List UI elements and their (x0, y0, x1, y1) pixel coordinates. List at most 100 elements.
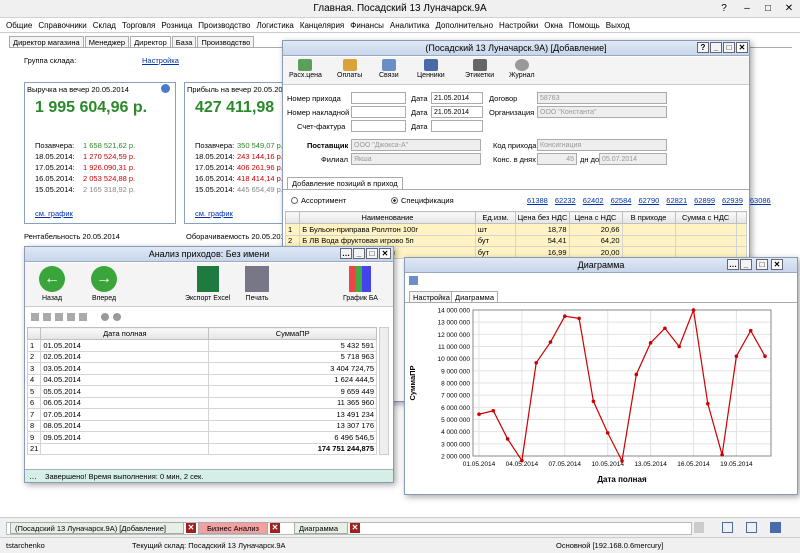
menu-windows[interactable]: Окна (544, 21, 563, 30)
analysis-close-button[interactable]: ✕ (379, 248, 391, 259)
tool-icon[interactable] (101, 313, 109, 321)
table-row[interactable]: 6 06.05.2014 11 365 960 (26, 396, 377, 409)
analysis-scrollbar[interactable] (379, 327, 389, 455)
analysis-help-button[interactable]: … (340, 248, 352, 259)
to-date-input[interactable] (599, 153, 667, 165)
forward-button[interactable]: → Вперед (91, 266, 117, 302)
menu-warehouse[interactable]: Склад (93, 21, 116, 30)
exp-price-button[interactable]: Расх.цена (289, 59, 322, 79)
task-business-analysis[interactable]: Бизнес Анализ (198, 522, 268, 534)
menu-analytics[interactable]: Аналитика (390, 21, 430, 30)
revenue-chart-link[interactable]: см. график (35, 209, 73, 218)
help-button[interactable]: ? (712, 0, 736, 17)
receipt-help-button[interactable]: ? (697, 42, 709, 53)
col-date[interactable]: Дата полная (40, 327, 210, 340)
invoice-input[interactable] (351, 120, 406, 132)
table-row[interactable]: 1 Б Бульон-приправа Роллтон 100г шт 18,7… (284, 223, 748, 236)
close-button[interactable]: ✕ (778, 0, 800, 17)
table-row[interactable]: 1 01.05.2014 5 432 591 (26, 339, 377, 352)
tool-icon[interactable] (79, 313, 87, 321)
tool-icon[interactable] (55, 313, 63, 321)
task-close-icon[interactable]: ✕ (186, 523, 196, 533)
table-row[interactable]: 8 08.05.2014 13 307 176 (26, 419, 377, 432)
branch-input[interactable] (351, 153, 481, 165)
row-in-receipt[interactable] (621, 223, 676, 236)
spec-code-link[interactable]: 61388 (527, 196, 548, 205)
menu-retail[interactable]: Розница (161, 21, 192, 30)
receipt-number-input[interactable] (351, 92, 406, 104)
receipt-maximize-button[interactable]: □ (723, 42, 735, 53)
radio-specification[interactable]: Спецификация (391, 196, 454, 205)
task-close-icon[interactable]: ✕ (270, 523, 280, 533)
table-row[interactable]: 5 05.05.2014 9 659 449 (26, 385, 377, 398)
profit-chart-link[interactable]: см. график (195, 209, 233, 218)
menu-trade[interactable]: Торговля (122, 21, 155, 30)
diagram-minimize-button[interactable]: _ (740, 259, 752, 270)
receipt-minimize-button[interactable]: _ (710, 42, 722, 53)
row-name[interactable]: Б Бульон-приправа Роллтон 100г (299, 223, 476, 236)
spec-code-link[interactable]: 62402 (583, 196, 604, 205)
table-row[interactable]: 7 07.05.2014 13 491 234 (26, 408, 377, 421)
receipt-code-input[interactable] (537, 139, 667, 151)
task-close-icon[interactable]: ✕ (350, 523, 360, 533)
minimize-button[interactable]: – (736, 0, 758, 17)
cascade-icon[interactable] (746, 522, 757, 533)
task-receipt[interactable]: (Посадский 13 Луначарск.9А) [Добавление] (10, 522, 184, 534)
menu-extra[interactable]: Дополнительно (435, 21, 493, 30)
col-name[interactable]: Наименование (299, 211, 476, 224)
table-row[interactable]: 2 Б ЛВ Вода фруктовая игрово 5п бут 54,4… (284, 234, 748, 247)
analysis-minimize-button[interactable]: _ (353, 248, 365, 259)
table-row[interactable]: 2 02.05.2014 5 718 963 (26, 350, 377, 363)
spec-code-link[interactable]: 62790 (638, 196, 659, 205)
table-row[interactable]: 4 04.05.2014 1 624 444,5 (26, 373, 377, 386)
diagram-maximize-button[interactable]: □ (756, 259, 768, 270)
price-tags-button[interactable]: Ценники (417, 59, 445, 79)
back-button[interactable]: ← Назад (39, 266, 65, 302)
spec-code-link[interactable]: 62584 (611, 196, 632, 205)
spec-code-link[interactable]: 62899 (694, 196, 715, 205)
menu-production[interactable]: Производство (198, 21, 250, 30)
spec-code-link[interactable]: 62232 (555, 196, 576, 205)
info-icon[interactable] (161, 84, 170, 93)
spec-code-link[interactable]: 63086 (750, 196, 771, 205)
task-diagram[interactable]: Диаграмма (294, 522, 348, 534)
waybill-input[interactable] (351, 106, 406, 118)
radio-assortment[interactable]: Ассортимент (291, 196, 346, 205)
menu-help[interactable]: Помощь (569, 21, 600, 30)
col-sum[interactable]: СуммаПР (208, 327, 377, 340)
row-name[interactable]: Б ЛВ Вода фруктовая игрово 5п (299, 234, 476, 247)
maximize-button[interactable]: □ (758, 0, 778, 17)
table-row[interactable]: 3 03.05.2014 3 404 724,75 (26, 362, 377, 375)
menu-finance[interactable]: Финансы (350, 21, 384, 30)
spec-code-link[interactable]: 62939 (722, 196, 743, 205)
analysis-maximize-button[interactable]: □ (366, 248, 378, 259)
tool-icon[interactable] (31, 313, 39, 321)
menu-logistics[interactable]: Логистика (256, 21, 293, 30)
receipt-date-input[interactable] (431, 92, 483, 104)
diagram-help-button[interactable]: … (727, 259, 739, 270)
menu-office[interactable]: Канцелярия (300, 21, 344, 30)
receipt-close-button[interactable]: ✕ (736, 42, 748, 53)
col-in-receipt[interactable]: В приходе (621, 211, 676, 224)
export-excel-button[interactable]: Экспорт Excel (185, 266, 230, 302)
col-sum-vat[interactable]: Сумма с НДС (674, 211, 737, 224)
tool-icon[interactable] (67, 313, 75, 321)
menu-settings[interactable]: Настройки (499, 21, 538, 30)
group-settings-link[interactable]: Настройка (142, 56, 179, 65)
save-icon[interactable] (409, 276, 418, 285)
waybill-date-input[interactable] (431, 106, 483, 118)
contract-input[interactable] (537, 92, 667, 104)
windows-icon[interactable] (770, 522, 781, 533)
tab-add-positions[interactable]: Добавление позиций в приход (287, 177, 403, 189)
spec-code-link[interactable]: 62821 (666, 196, 687, 205)
diagram-close-button[interactable]: ✕ (771, 259, 783, 270)
tool-icon[interactable] (113, 313, 121, 321)
col-price-vat[interactable]: Цена с НДС (568, 211, 623, 224)
supplier-input[interactable] (351, 139, 481, 151)
journal-button[interactable]: Журнал (509, 59, 535, 79)
org-input[interactable] (537, 106, 667, 118)
labels-button[interactable]: Этикетки (465, 59, 494, 79)
col-unit[interactable]: Ед.изм. (474, 211, 517, 224)
payments-button[interactable]: Оплаты (337, 59, 362, 79)
tile-icon[interactable] (722, 522, 733, 533)
